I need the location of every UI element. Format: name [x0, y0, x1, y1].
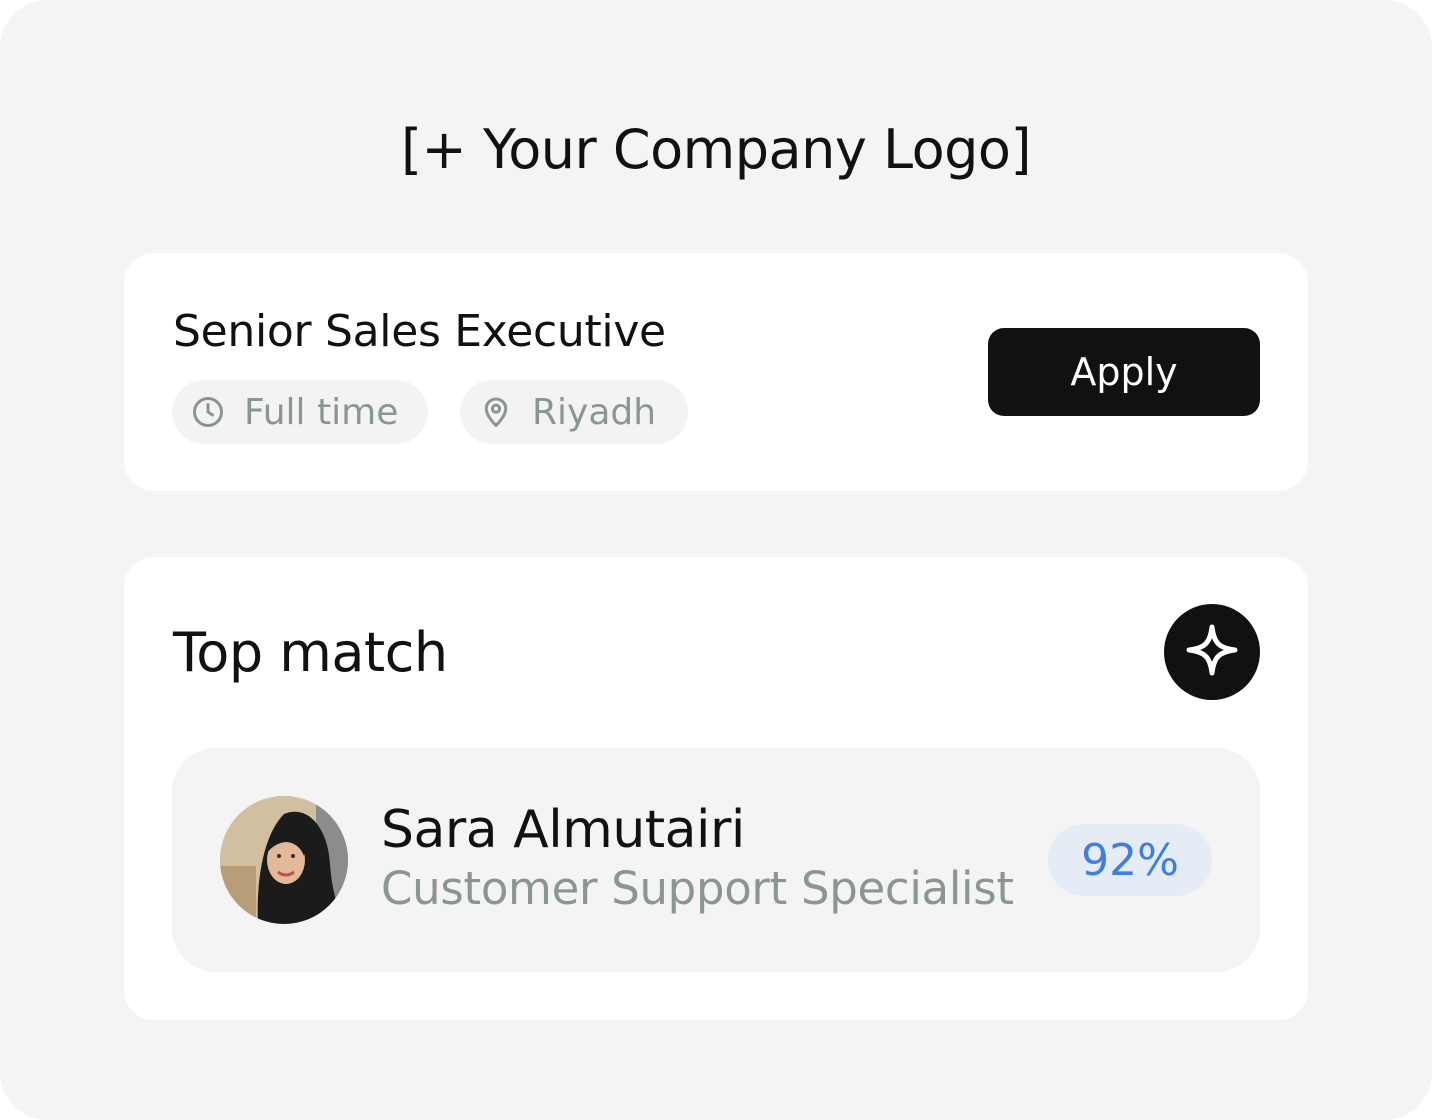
job-card: Senior Sales Executive Full time Riyadh …	[124, 253, 1308, 491]
location-chip: Riyadh	[460, 380, 688, 444]
page-frame: [+ Your Company Logo] Senior Sales Execu…	[0, 0, 1432, 1120]
section-title: Top match	[173, 621, 448, 684]
company-logo-placeholder[interactable]: [+ Your Company Logo]	[0, 118, 1432, 181]
employment-type-label: Full time	[244, 391, 399, 433]
employment-type-chip: Full time	[172, 380, 428, 444]
apply-button[interactable]: Apply	[988, 328, 1260, 416]
candidate-role: Customer Support Specialist	[381, 862, 1014, 915]
job-title: Senior Sales Executive	[173, 306, 666, 357]
location-label: Riyadh	[532, 391, 657, 433]
avatar	[220, 796, 348, 924]
sparkle-icon	[1182, 620, 1242, 684]
clock-icon	[190, 394, 226, 430]
ai-suggest-button[interactable]	[1164, 604, 1260, 700]
candidate-name: Sara Almutairi	[381, 800, 745, 860]
match-score-badge: 92%	[1048, 824, 1212, 896]
map-pin-icon	[478, 394, 514, 430]
top-match-card: Top match Sara Almutairi Customer Suppor…	[124, 557, 1308, 1020]
candidate-row[interactable]: Sara Almutairi Customer Support Speciali…	[172, 748, 1260, 972]
